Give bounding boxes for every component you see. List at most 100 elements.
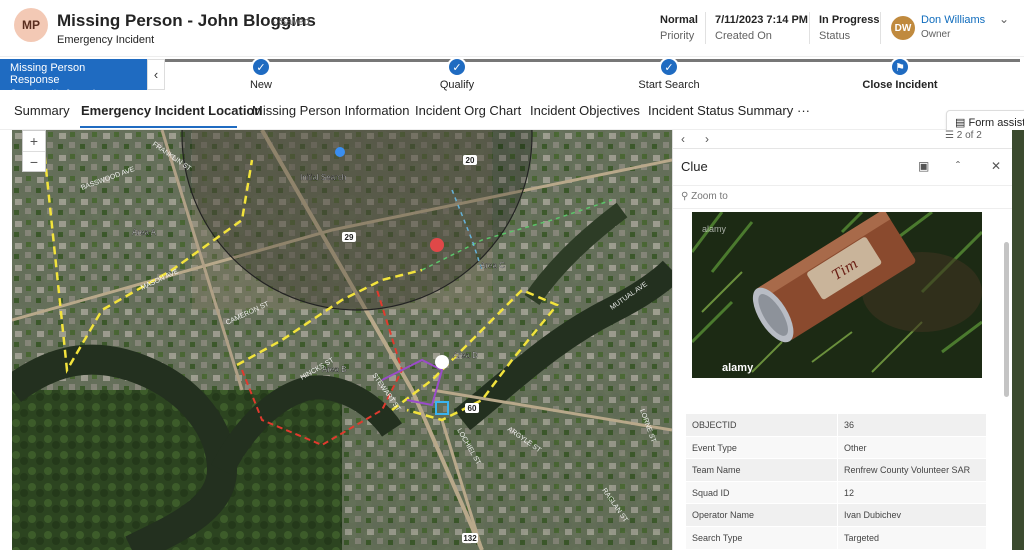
zoom-out-button[interactable]: − [23,152,45,172]
photo-watermark: alamy [702,224,727,234]
attribute-key: Team Name [686,459,838,481]
check-icon: ✓ [447,57,467,77]
list-icon[interactable]: ☰ [945,130,954,141]
attribute-value: Renfrew County Volunteer SAR [844,465,971,476]
stage-close-incident[interactable]: ⚑ Close Incident [860,57,940,91]
attribute-value: Targeted [844,532,880,543]
entity-name: Emergency Incident [57,34,155,46]
save-status: - Saved [272,16,310,28]
attribute-key: OBJECTID [686,414,838,436]
owner-name-link[interactable]: Don Williams [921,14,985,26]
priority-field: Normal Priority [660,14,698,42]
attribute-value: Other [844,442,867,453]
attribute-key: Squad ID [686,481,838,504]
flag-icon: ⚑ [890,57,910,77]
priority-value: Normal [660,14,698,26]
status-label: Status [819,30,851,42]
check-icon: ✓ [251,57,271,77]
previous-feature-icon[interactable]: ‹ [681,132,685,146]
map-view[interactable]: 20 29 60 132 Initial Search Area A Area … [12,130,672,550]
map-canvas[interactable]: 20 29 60 132 Initial Search Area A Area … [12,130,672,550]
attribute-key: Search Type [686,526,838,549]
priority-label: Priority [660,30,695,42]
stage-label: Start Search [638,79,700,91]
popup-nav: ‹ › [681,132,709,146]
chevron-left-icon[interactable]: ‹ [147,59,165,90]
process-name: Missing Person Response [10,62,86,86]
map-label-area-c: Area C [480,261,505,270]
popup-title: Clue [681,159,708,174]
stage-label: Close Incident [862,79,938,91]
zoom-to-button[interactable]: ⚲ Zoom to [673,185,1013,209]
tab-emergency-incident-location[interactable]: Emergency Incident Location [81,103,262,118]
left-gutter [0,130,12,550]
route-shield-20: 20 [466,156,475,165]
attribute-table: OBJECTID 36 Event Type Other Team Name R… [686,414,986,550]
table-row: Operator Name Ivan Dubichev [686,504,986,527]
feature-count: ☰ 2 of 2 [945,130,982,141]
table-row: Event Type Other [686,436,986,460]
check-icon: ✓ [659,57,679,77]
feature-popup-panel: ‹ › ☰ 2 of 2 Clue ▣ ˆ ✕ ⚲ Zoom to Tim al… [672,130,1013,550]
popup-header: Clue ▣ ˆ ✕ [673,148,1013,180]
table-row: Search Type Targeted [686,526,986,550]
created-on-field: 7/11/2023 7:14 PM Created On [715,14,808,42]
route-shield-132: 132 [463,534,477,543]
table-row: Team Name Renfrew County Volunteer SAR [686,459,986,482]
more-tabs-button[interactable]: ··· [797,103,810,118]
record-avatar: MP [14,8,48,42]
attribute-value: Ivan Dubichev [844,510,902,521]
tab-incident-status-summary[interactable]: Incident Status Summary [648,103,793,118]
tab-incident-objectives[interactable]: Incident Objectives [530,103,640,118]
photo-watermark: alamy [722,362,754,374]
map-label-area-d: Area D [453,351,478,360]
clue-photo[interactable]: Tim alamy alamy [692,212,982,378]
magnifier-icon: ⚲ [681,191,689,202]
owner-avatar[interactable]: DW [891,16,915,40]
form-tabs: Summary Emergency Incident Location Miss… [0,92,1024,136]
created-on-value: 7/11/2023 7:14 PM [715,14,808,26]
tab-summary[interactable]: Summary [14,103,70,118]
tab-incident-org-chart[interactable]: Incident Org Chart [415,103,521,118]
clue-photo-image: Tim alamy alamy [692,212,982,378]
created-on-label: Created On [715,30,772,42]
stage-start-search[interactable]: ✓ Start Search [634,57,704,91]
collapse-icon[interactable]: ˆ [956,159,960,173]
header-divider [705,12,706,44]
chevron-down-icon[interactable]: ⌄ [999,12,1009,26]
scrollbar-thumb[interactable] [1004,242,1009,397]
attribute-value: 12 [844,487,855,498]
popup-scrollbar[interactable] [1004,212,1010,512]
owner-label: Owner [921,29,951,40]
attribute-key: Operator Name [686,504,838,526]
close-icon[interactable]: ✕ [991,159,1001,173]
map-label-area-a: Area A [132,228,157,237]
attribute-key: Event Type [686,436,838,459]
map-label-initial-search: Initial Search [300,173,346,182]
record-header: MP Missing Person - John Bloggins - Save… [0,0,1024,56]
right-map-edge [1012,130,1024,550]
bpf-active-process[interactable]: Missing Person Response Completed in 6 m… [0,59,147,98]
map-zoom-control: + − [22,130,46,172]
form-assist-label: Form assist [968,117,1024,129]
status-field: In Progress Status [819,14,880,42]
status-value: In Progress [819,14,880,26]
route-shield-29: 29 [345,233,354,242]
form-assist-icon: ▤ [955,117,966,129]
zoom-in-button[interactable]: + [23,131,45,151]
business-process-flow: Missing Person Response Completed in 6 m… [0,56,1024,98]
stage-new[interactable]: ✓ New [241,57,281,91]
table-row: Squad ID 12 [686,481,986,505]
stage-label: New [249,79,272,91]
table-row: OBJECTID 36 [686,414,986,437]
dock-icon[interactable]: ▣ [918,159,929,173]
active-tab-indicator [80,126,237,128]
attribute-value: 36 [844,420,855,430]
tab-missing-person-information[interactable]: Missing Person Information [252,103,410,118]
feature-count-label: 2 of 2 [956,130,982,141]
next-feature-icon[interactable]: › [705,132,709,146]
header-divider [809,12,810,44]
stage-label: Qualify [439,79,475,91]
header-divider [880,12,881,44]
stage-qualify[interactable]: ✓ Qualify [432,57,482,91]
